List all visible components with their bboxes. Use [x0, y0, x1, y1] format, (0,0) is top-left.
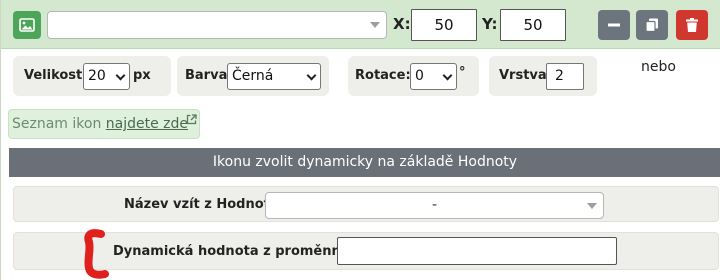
rotation-label: Rotace:	[355, 68, 411, 83]
rotation-group: Rotace: 0 °	[348, 56, 479, 96]
icon-settings-panel: X: 50 Y: 50 Velikost: 20 px Barva: Černá…	[0, 0, 720, 280]
dynamic-value-input[interactable]	[337, 237, 617, 265]
icon-list-prefix: Seznam ikon	[12, 116, 106, 132]
color-label: Barva:	[185, 68, 233, 83]
layer-label: Vrstva:	[499, 68, 552, 83]
x-label: X:	[393, 15, 411, 33]
delete-button[interactable]	[676, 10, 708, 40]
dynamic-value-row: Dynamická hodnota z proměnných:	[13, 232, 719, 270]
minimize-button[interactable]	[598, 10, 630, 40]
image-button[interactable]	[13, 11, 41, 39]
image-icon	[19, 18, 35, 32]
icon-list-text: Seznam ikon najdete zde	[12, 116, 188, 132]
name-from-value-label: Název vzít z Hodnoty:	[124, 197, 284, 212]
copy-button[interactable]	[636, 10, 668, 40]
chevron-down-icon	[306, 70, 317, 81]
minus-icon	[608, 23, 620, 27]
name-from-value-select[interactable]: -	[265, 192, 604, 219]
icon-list-box: Seznam ikon najdete zde	[8, 109, 200, 139]
rotation-value: 0	[415, 68, 424, 84]
chevron-down-icon	[442, 70, 453, 81]
copy-icon	[645, 18, 658, 32]
layer-group: Vrstva: 2	[489, 56, 597, 96]
red-annotation-mark	[84, 229, 109, 279]
y-input[interactable]: 50	[500, 9, 566, 41]
dropdown-arrow-icon	[370, 22, 380, 28]
external-link-icon[interactable]	[186, 114, 197, 125]
chevron-down-icon	[115, 70, 126, 81]
size-select[interactable]: 20	[83, 63, 130, 90]
name-from-value-selected: -	[431, 197, 438, 213]
color-group: Barva: Černá	[177, 56, 329, 96]
rotation-select[interactable]: 0	[410, 63, 457, 90]
size-value: 20	[88, 68, 106, 84]
layer-input[interactable]: 2	[546, 63, 584, 90]
size-group: Velikost: 20 px	[13, 56, 171, 96]
x-input[interactable]: 50	[411, 9, 477, 41]
trash-icon	[686, 18, 698, 32]
icon-list-link[interactable]: najdete zde	[106, 116, 188, 132]
size-label: Velikost:	[24, 68, 88, 83]
dynamic-section-title: Ikonu zvolit dynamicky na základě Hodnot…	[9, 148, 720, 177]
dropdown-arrow-icon	[587, 202, 597, 209]
name-from-value-row: Název vzít z Hodnoty: -	[13, 186, 719, 222]
icon-header-bar: X: 50 Y: 50	[1, 0, 720, 49]
size-unit: px	[133, 68, 151, 83]
dynamic-value-label: Dynamická hodnota z proměnných:	[113, 244, 372, 259]
y-label: Y:	[482, 15, 498, 33]
color-select[interactable]: Černá	[227, 63, 321, 90]
or-text: nebo	[641, 59, 676, 75]
rotation-unit: °	[459, 65, 466, 80]
color-value: Černá	[232, 68, 274, 84]
icon-select[interactable]	[47, 11, 387, 39]
